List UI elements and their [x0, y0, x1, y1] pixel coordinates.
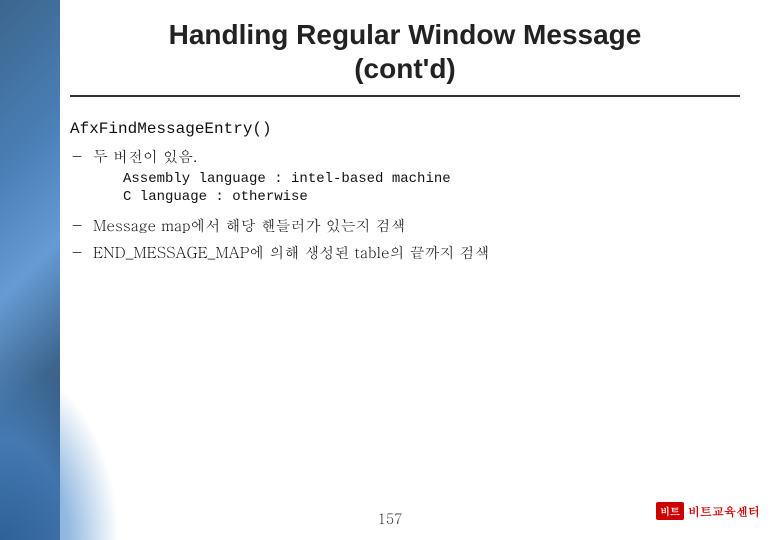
bullet-item-3: － END_MESSAGE_MAP에 의해 생성된 table의 끝까지 검색: [70, 242, 740, 263]
title-line2: (cont'd): [354, 53, 456, 84]
sub-item-1-1: Assembly language : intel-based machine: [123, 171, 451, 187]
title-line1: Handling Regular Window Message: [169, 19, 642, 50]
dash-3: －: [70, 242, 85, 263]
bullet-item-1: － 두 버전이 있음. Assembly language : intel-ba…: [70, 146, 740, 209]
bullet-content-1: 두 버전이 있음. Assembly language : intel-base…: [93, 146, 451, 209]
bullet-text-2: Message map에서 해당 핸들러가 있는지 검색: [93, 215, 406, 236]
bullet-text-1: 두 버전이 있음.: [93, 146, 197, 167]
bullet-list: － 두 버전이 있음. Assembly language : intel-ba…: [70, 146, 740, 263]
slide-title: Handling Regular Window Message (cont'd): [70, 18, 740, 85]
dash-1: －: [70, 146, 85, 167]
bullet-text-3: END_MESSAGE_MAP에 의해 생성된 table의 끝까지 검색: [93, 242, 490, 263]
content-area: Handling Regular Window Message (cont'd)…: [0, 0, 780, 540]
slide-header: Handling Regular Window Message (cont'd): [70, 0, 740, 97]
sub-list-1: Assembly language : intel-based machine …: [123, 171, 451, 205]
dash-2: －: [70, 215, 85, 236]
function-name: AfxFindMessageEntry(): [70, 120, 740, 138]
slide: Handling Regular Window Message (cont'd)…: [0, 0, 780, 540]
main-content: AfxFindMessageEntry() － 두 버전이 있음. Assemb…: [70, 115, 740, 540]
sub-item-1-2: C language : otherwise: [123, 189, 451, 205]
bullet-item-2: － Message map에서 해당 핸들러가 있는지 검색: [70, 215, 740, 236]
